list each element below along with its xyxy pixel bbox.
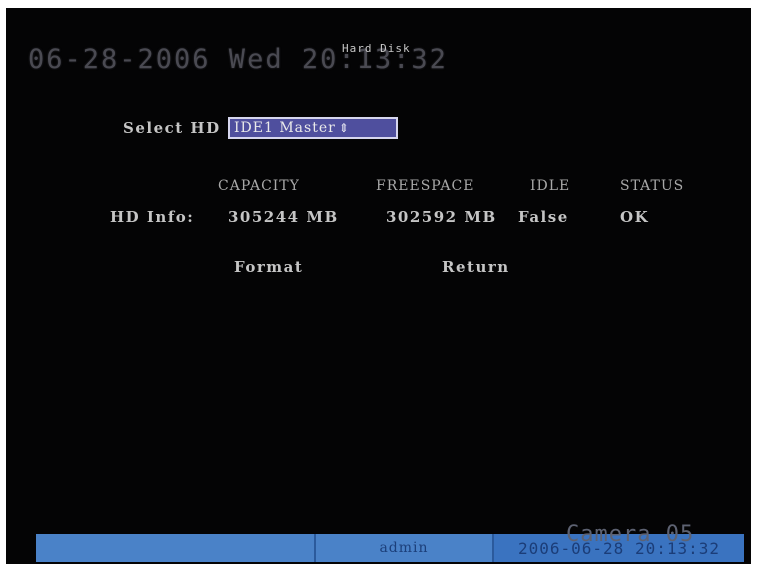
camera-label: Camera 05 (566, 522, 695, 547)
hd-select-value: IDE1 Master (234, 120, 336, 136)
header-status: STATUS (620, 178, 685, 194)
status-user: admin (316, 534, 494, 562)
hd-info-label: HD Info: (110, 208, 195, 226)
idle-value: False (518, 208, 569, 226)
menu-title: Hard Disk (342, 42, 411, 55)
dvr-screen: 06-28-2006 Wed 20:13:32 Hard Disk Select… (6, 8, 751, 564)
return-button[interactable]: Return (442, 258, 510, 276)
header-capacity: CAPACITY (218, 178, 300, 194)
up-down-arrow-icon: ⇕ (338, 121, 350, 135)
format-button[interactable]: Format (234, 258, 303, 276)
header-freespace: FREESPACE (376, 178, 475, 194)
status-segment-blank (36, 534, 316, 562)
header-idle: IDLE (530, 178, 571, 194)
status-value: OK (620, 208, 650, 226)
freespace-value: 302592 MB (386, 208, 497, 226)
hd-select-dropdown[interactable]: IDE1 Master ⇕ (228, 117, 398, 139)
select-hd-label: Select HD (123, 119, 221, 137)
capacity-value: 305244 MB (228, 208, 339, 226)
